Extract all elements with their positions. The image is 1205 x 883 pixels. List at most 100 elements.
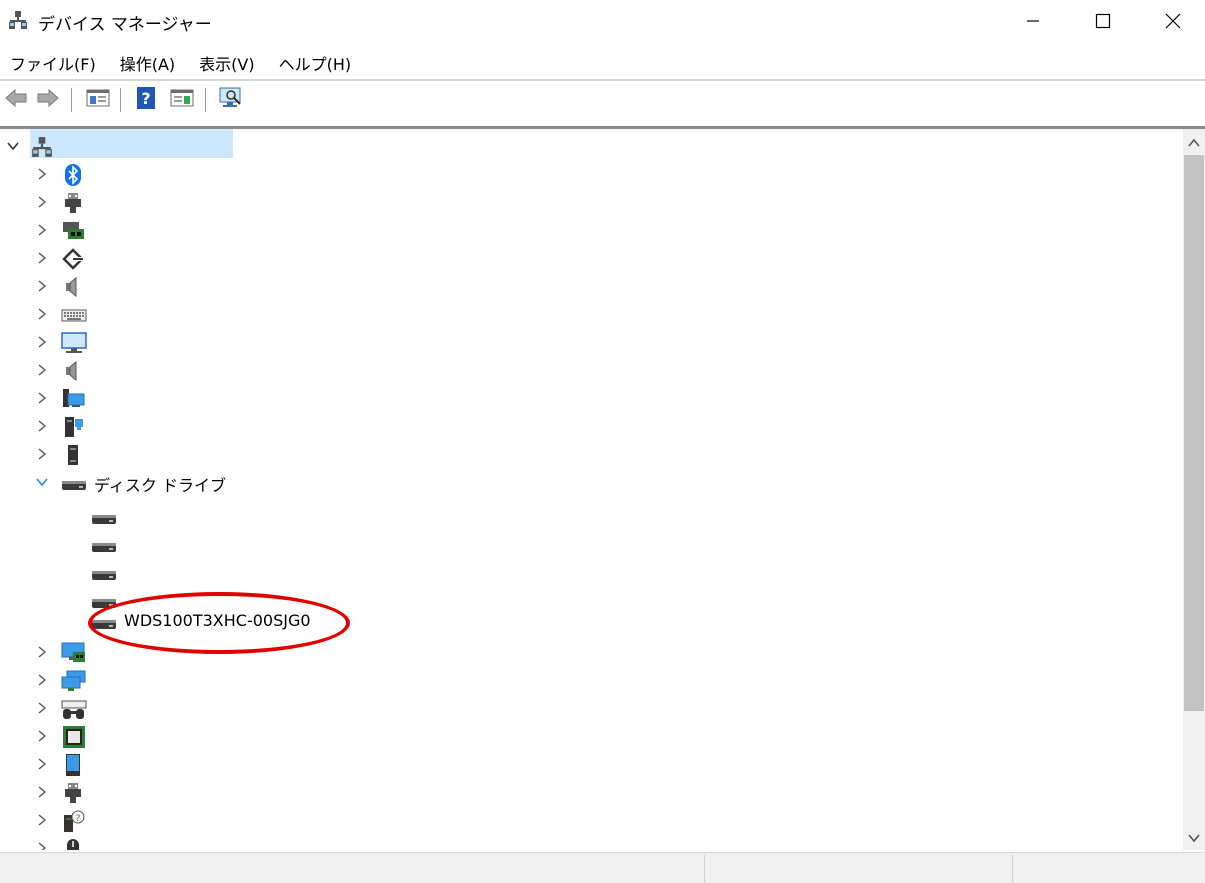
chevron-right-icon[interactable] xyxy=(34,644,50,660)
unknown-device-icon: ? xyxy=(62,810,86,832)
tree-category[interactable] xyxy=(0,216,1183,244)
svg-text:?: ? xyxy=(76,814,81,824)
chevron-right-icon[interactable] xyxy=(34,222,50,238)
bluetooth-icon xyxy=(62,164,86,186)
chevron-right-icon[interactable] xyxy=(34,278,50,294)
chevron-right-icon[interactable] xyxy=(34,390,50,406)
disk-item[interactable] xyxy=(0,530,1183,558)
tree-category[interactable] xyxy=(0,440,1183,468)
tree-category[interactable] xyxy=(0,384,1183,412)
title-bar: デバイス マネージャー xyxy=(0,0,1205,42)
tree-category[interactable] xyxy=(0,778,1183,806)
scroll-up-button[interactable] xyxy=(1183,131,1205,153)
menu-bar: ファイル(F) 操作(A) 表示(V) ヘルプ(H) xyxy=(0,46,1205,78)
maximize-button[interactable] xyxy=(1068,0,1138,42)
vertical-scrollbar[interactable] xyxy=(1183,129,1205,850)
chevron-right-icon[interactable] xyxy=(34,728,50,744)
back-button[interactable] xyxy=(2,86,30,114)
scroll-down-button[interactable] xyxy=(1183,826,1205,848)
tree-category[interactable] xyxy=(0,272,1183,300)
tree-category[interactable] xyxy=(0,694,1183,722)
network-computer-icon xyxy=(62,388,86,410)
chevron-right-icon[interactable] xyxy=(34,334,50,350)
chevron-right-icon[interactable] xyxy=(34,362,50,378)
tower-puzzle-icon xyxy=(62,416,86,438)
action-pane-button[interactable] xyxy=(168,86,196,114)
close-button[interactable] xyxy=(1138,0,1205,42)
mouse-icon xyxy=(62,838,86,850)
chevron-right-icon[interactable] xyxy=(34,812,50,828)
status-divider xyxy=(704,855,705,883)
menu-divider xyxy=(0,79,1205,81)
tree-category-disk-drives[interactable]: ディスク ドライブ xyxy=(0,468,1183,496)
chevron-right-icon[interactable] xyxy=(34,700,50,716)
action-pane-icon xyxy=(170,88,194,112)
properties-button[interactable] xyxy=(84,86,112,114)
chevron-down-icon[interactable] xyxy=(34,474,50,490)
back-arrow-icon xyxy=(4,88,28,112)
window-title: デバイス マネージャー xyxy=(38,15,212,35)
chevron-down-icon[interactable] xyxy=(5,138,21,154)
toolbar-separator xyxy=(71,88,72,112)
category-label-disk-drives: ディスク ドライブ xyxy=(94,476,226,495)
menu-file[interactable]: ファイル(F) xyxy=(0,46,106,78)
svg-text:?: ? xyxy=(141,89,150,108)
tablet-icon xyxy=(62,754,86,776)
tree-category[interactable] xyxy=(0,666,1183,694)
hid-icon xyxy=(61,698,87,720)
chevron-right-icon[interactable] xyxy=(34,756,50,772)
computer-icon xyxy=(31,136,55,158)
tree-category[interactable] xyxy=(0,328,1183,356)
status-divider xyxy=(1012,855,1013,883)
disk-item[interactable] xyxy=(0,502,1183,530)
menu-help[interactable]: ヘルプ(H) xyxy=(269,46,362,78)
forward-arrow-icon xyxy=(36,88,60,112)
tree-category[interactable] xyxy=(0,160,1183,188)
tree-category[interactable] xyxy=(0,722,1183,750)
tree-category[interactable] xyxy=(0,750,1183,778)
toolbar: ? xyxy=(0,84,1205,118)
tree-category[interactable] xyxy=(0,834,1183,850)
monitor-icon xyxy=(61,332,87,354)
chevron-right-icon[interactable] xyxy=(34,784,50,800)
chevron-right-icon[interactable] xyxy=(34,306,50,322)
help-button[interactable]: ? xyxy=(132,86,160,114)
disk-drive-icon xyxy=(91,562,116,584)
tree-category[interactable] xyxy=(0,300,1183,328)
chevron-right-icon[interactable] xyxy=(34,166,50,182)
minimize-button[interactable] xyxy=(998,0,1068,42)
menu-action[interactable]: 操作(A) xyxy=(110,46,185,78)
scan-hardware-button[interactable] xyxy=(217,86,245,114)
tree-category[interactable] xyxy=(0,356,1183,384)
forward-button[interactable] xyxy=(34,86,62,114)
monitor-card-icon xyxy=(62,220,86,242)
chevron-right-icon[interactable] xyxy=(34,250,50,266)
status-bar xyxy=(0,852,1205,883)
disk-drive-icon xyxy=(61,472,86,494)
chevron-right-icon[interactable] xyxy=(34,672,50,688)
speaker-icon xyxy=(62,276,86,298)
tree-category[interactable] xyxy=(0,412,1183,440)
highlight-ellipse xyxy=(88,592,350,654)
keyboard-icon xyxy=(61,304,87,326)
tree-category[interactable] xyxy=(0,188,1183,216)
tree-category[interactable]: ? xyxy=(0,806,1183,834)
tower-icon xyxy=(62,444,86,466)
disk-drive-icon xyxy=(91,534,116,556)
device-manager-icon xyxy=(8,10,28,30)
tree-category[interactable] xyxy=(0,244,1183,272)
chevron-right-icon[interactable] xyxy=(34,446,50,462)
scrollbar-thumb[interactable] xyxy=(1184,155,1204,711)
chevron-up-icon xyxy=(1188,133,1200,152)
menu-view[interactable]: 表示(V) xyxy=(189,46,264,78)
display-adapter-icon xyxy=(61,642,85,664)
usb-connector-icon xyxy=(62,192,86,214)
chevron-right-icon[interactable] xyxy=(34,194,50,210)
disk-item[interactable] xyxy=(0,558,1183,586)
tree-root[interactable] xyxy=(0,132,1183,160)
chevron-right-icon[interactable] xyxy=(34,418,50,434)
device-tree: ディスク ドライブ WDS100T3XHC-00SJG0 ? xyxy=(0,129,1183,850)
diamond-arrow-icon xyxy=(62,248,86,270)
usb-connector-icon xyxy=(62,782,86,804)
chevron-right-icon[interactable] xyxy=(34,840,50,850)
